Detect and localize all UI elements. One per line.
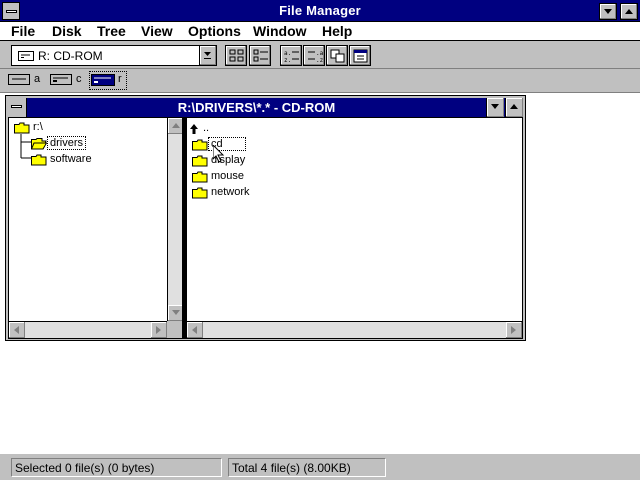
directory-window-maximize[interactable] [505,98,523,117]
scroll-right-arrow-icon [511,326,516,334]
drive-selector-value: R: CD-ROM [38,49,103,63]
properties-icon [353,49,368,63]
drive-dropdown-button[interactable] [199,46,216,65]
triangle-down-icon [491,104,499,109]
floppy-drive-icon [8,74,30,85]
title-bar[interactable]: File Manager [0,0,640,22]
svg-text:a.: a. [284,50,291,57]
connect-net-drive-icon [229,49,244,62]
svg-text:.z: .z [316,57,323,63]
menu-options[interactable]: Options [188,23,241,39]
scroll-right-arrow-icon [156,326,161,334]
tree-item-label: drivers [46,136,87,150]
status-bar: Selected 0 file(s) (0 bytes) Total 4 fil… [0,453,640,480]
sort-by-type-button[interactable]: .a .z [303,45,325,66]
tree-pane[interactable]: r:\ drivers software [8,117,185,339]
folder-icon [192,187,208,199]
svg-text:.a: .a [316,50,323,57]
directory-window-system-menu[interactable] [8,98,27,117]
scroll-left-arrow-icon [14,326,19,334]
drive-c[interactable]: c [49,72,83,89]
disconnect-net-drive-icon [253,49,268,62]
menu-bar: File Disk Tree View Options Window Help [0,22,640,41]
chevron-down-icon [204,52,211,59]
toolbar: R: CD-ROM a. z. .a .z [0,41,640,69]
directory-scroll-left-button[interactable] [187,322,203,338]
drive-a[interactable]: a [7,72,41,89]
maximize-button[interactable] [620,3,638,20]
drive-selector[interactable]: R: CD-ROM [11,45,217,66]
folder-icon [192,139,208,151]
directory-window-title-bar[interactable]: R:\DRIVERS\*.* - CD-ROM [8,98,523,117]
drive-bar: a c r [0,69,640,93]
directory-window[interactable]: R:\DRIVERS\*.* - CD-ROM r:\ drivers soft… [5,95,526,341]
directory-window-minimize[interactable] [486,98,504,117]
system-menu-icon [11,105,22,108]
cdrom-drive-icon [18,51,34,61]
triangle-up-icon [625,9,633,14]
menu-file[interactable]: File [11,23,35,39]
drive-r-label: r [118,73,122,85]
directory-pane[interactable]: .. cd display mouse network [186,117,523,339]
copy-disk-button[interactable] [326,45,348,66]
svg-text:z.: z. [284,57,291,63]
folder-open-icon [31,138,47,150]
status-total: Total 4 file(s) (8.00KB) [228,458,386,477]
window-title: File Manager [279,3,361,18]
menu-tree[interactable]: Tree [97,23,126,39]
menu-disk[interactable]: Disk [52,23,82,39]
directory-scroll-right-button[interactable] [506,322,522,338]
tree-scroll-left-button[interactable] [9,322,25,338]
sort-type-icon: .a .z [308,50,323,63]
folder-icon [192,171,208,183]
dir-item-label: network [211,186,250,198]
tree-item-label: software [50,153,92,165]
tree-item-label: r:\ [33,121,43,133]
drive-a-label: a [34,73,41,85]
triangle-down-icon [604,9,612,14]
directory-window-title: R:\DRIVERS\*.* - CD-ROM [177,100,336,115]
directory-horizontal-scrollbar[interactable] [187,321,522,338]
properties-button[interactable] [349,45,371,66]
copy-disk-icon [330,49,345,63]
drive-c-label: c [76,73,82,85]
menu-help[interactable]: Help [322,23,352,39]
scroll-left-arrow-icon [192,326,197,334]
tree-scroll-right-button[interactable] [151,322,167,338]
cdrom-drive-icon [91,74,115,86]
folder-icon [192,155,208,167]
folder-icon [31,154,47,166]
folder-open-icon [14,122,30,134]
drive-r[interactable]: r [89,71,127,90]
sort-name-icon: a. z. [284,50,299,63]
mouse-cursor-icon [213,145,225,163]
scroll-down-arrow-icon [172,310,180,315]
status-selected: Selected 0 file(s) (0 bytes) [11,458,222,477]
minimize-button[interactable] [599,3,617,20]
menu-view[interactable]: View [141,23,173,39]
connect-net-drive-button[interactable] [225,45,247,66]
dir-item-label: .. [203,122,210,134]
sort-by-name-button[interactable]: a. z. [280,45,302,66]
dir-item-label: mouse [211,170,245,182]
scroll-up-arrow-icon [172,123,180,128]
disconnect-net-drive-button[interactable] [249,45,271,66]
file-manager-window: File Manager File Disk Tree View Options… [0,0,640,480]
menu-window[interactable]: Window [253,23,307,39]
triangle-up-icon [510,104,518,109]
tree-horizontal-scrollbar[interactable] [9,321,167,338]
hard-drive-icon [50,74,72,85]
